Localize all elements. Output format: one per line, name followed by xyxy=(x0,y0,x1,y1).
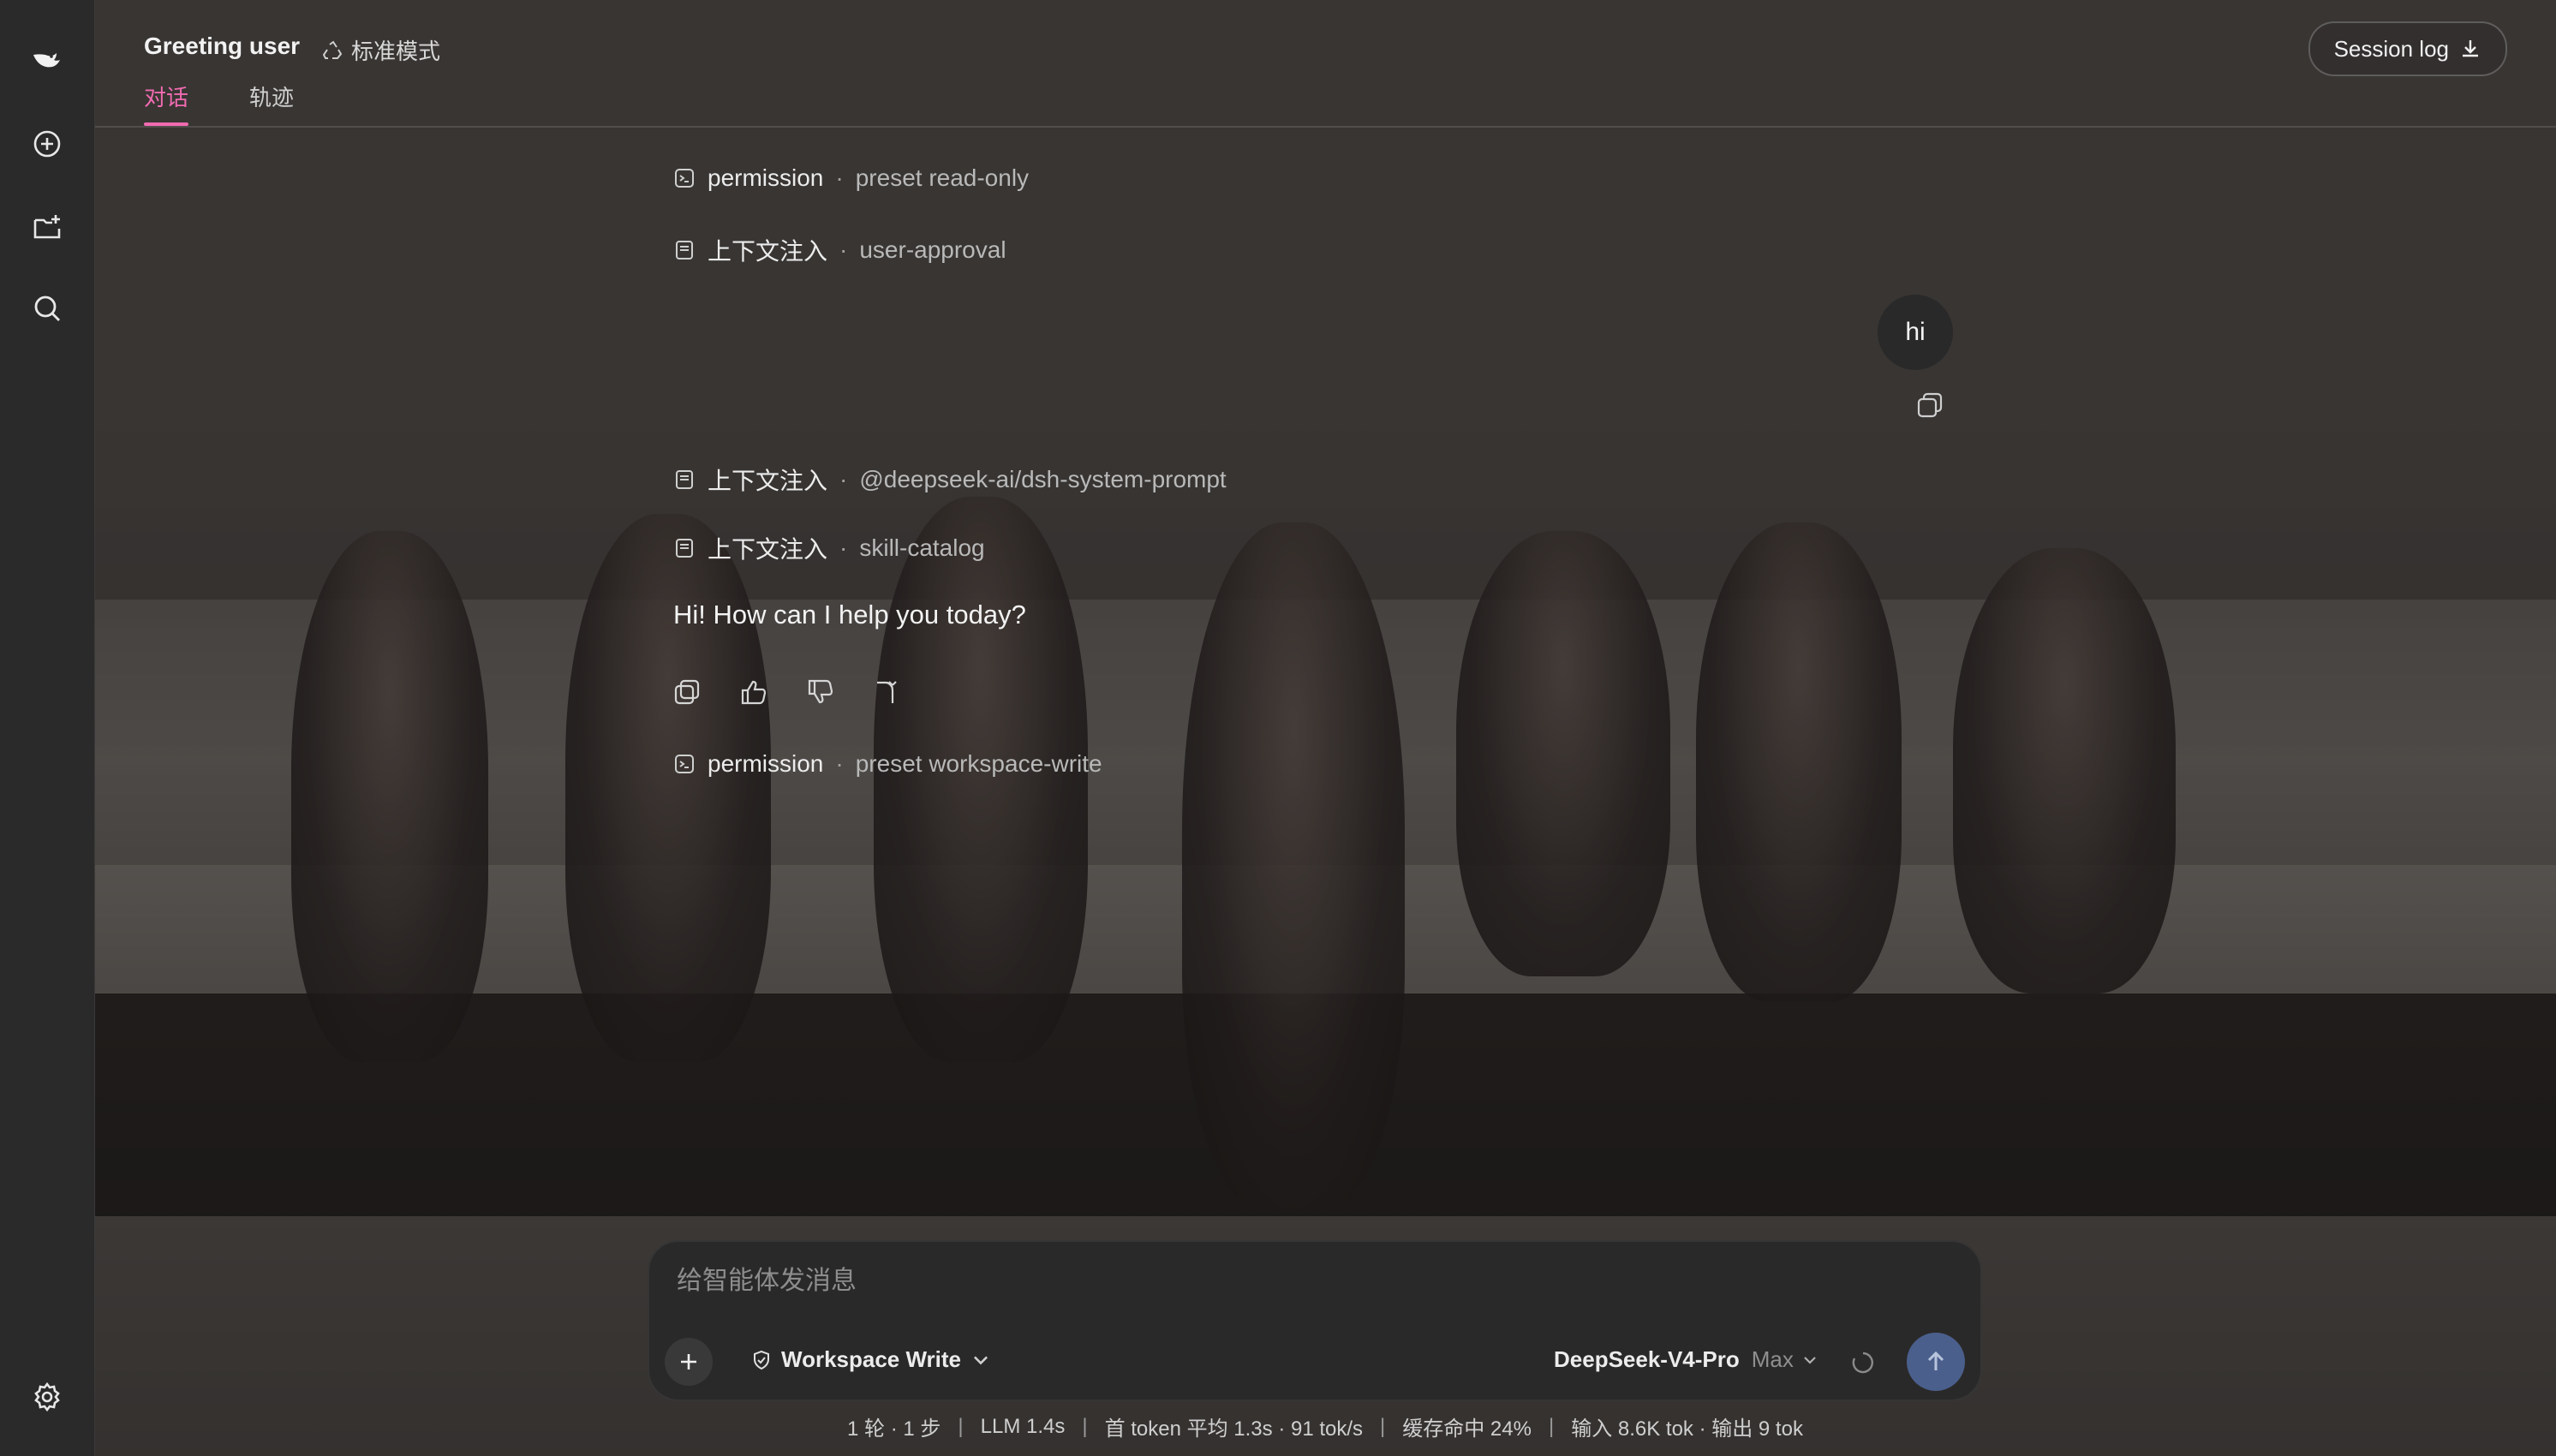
user-message-bubble: hi xyxy=(1878,295,1953,370)
event-separator: · xyxy=(839,466,848,492)
document-icon xyxy=(676,241,693,260)
session-log-label: Session log xyxy=(2333,35,2449,62)
plus-icon xyxy=(681,1354,696,1369)
model-select[interactable]: DeepSeek-V4-Pro Max xyxy=(1554,1346,1819,1373)
copy-icon[interactable] xyxy=(672,677,702,707)
conversation: permission · preset read-only 上下文注入 · us… xyxy=(0,0,2556,1456)
permission-label: Workspace Write xyxy=(781,1346,962,1372)
event-separator: · xyxy=(839,236,848,263)
arrow-up-icon xyxy=(1927,1351,1944,1370)
sidebar xyxy=(0,0,95,1456)
stat-first-token: 首 token 平均 1.3s · 91 tok/s xyxy=(1104,1417,1364,1441)
mode-indicator[interactable]: 标准模式 xyxy=(322,34,440,66)
event-kind: 上下文注入 xyxy=(708,536,828,563)
stat-llm: LLM 1.4s xyxy=(980,1414,1066,1438)
tab-chat[interactable]: 对话 xyxy=(144,81,189,126)
page-title: Greeting user xyxy=(144,33,301,59)
event-separator: · xyxy=(839,534,848,561)
attach-button[interactable] xyxy=(665,1338,713,1386)
settings-icon[interactable] xyxy=(27,1376,68,1417)
shield-check-icon xyxy=(754,1350,769,1369)
event-kind: 上下文注入 xyxy=(708,468,828,494)
event-value: preset workspace-write xyxy=(855,750,1102,777)
event-permission[interactable]: permission · preset workspace-write xyxy=(673,750,1102,778)
thumbs-up-icon[interactable] xyxy=(738,677,769,707)
mode-label: 标准模式 xyxy=(351,39,441,64)
session-log-button[interactable]: Session log xyxy=(2308,21,2507,76)
assistant-message: Hi! How can I help you today? xyxy=(673,600,1026,630)
terminal-icon xyxy=(675,755,694,773)
event-kind: permission xyxy=(708,750,824,777)
event-kind: permission xyxy=(708,164,824,191)
chat-header: Greeting user 标准模式 对话 轨迹 Session log xyxy=(95,0,2556,128)
branch-icon[interactable] xyxy=(872,677,903,707)
event-value: user-approval xyxy=(859,236,1006,263)
event-separator: · xyxy=(835,750,844,777)
stat-separator: | xyxy=(1548,1414,1555,1438)
send-button[interactable] xyxy=(1907,1333,1965,1391)
event-value: skill-catalog xyxy=(859,534,985,561)
loading-spinner-icon xyxy=(1852,1352,1873,1374)
copy-icon[interactable] xyxy=(1915,391,1944,420)
model-name: DeepSeek-V4-Pro xyxy=(1554,1346,1740,1372)
stat-turns: 1 轮 · 1 步 xyxy=(847,1417,941,1441)
stat-separator: | xyxy=(1082,1414,1088,1438)
event-value: @deepseek-ai/dsh-system-prompt xyxy=(859,466,1227,492)
terminal-icon xyxy=(675,169,694,188)
permission-select[interactable]: Workspace Write xyxy=(750,1346,992,1373)
search-icon[interactable] xyxy=(27,288,68,329)
stats-bar: 1 轮 · 1 步 | LLM 1.4s | 首 token 平均 1.3s ·… xyxy=(0,1411,2556,1441)
assistant-actions xyxy=(672,677,903,707)
stat-separator: | xyxy=(958,1414,964,1438)
stat-cache: 缓存命中 24% xyxy=(1402,1417,1532,1441)
message-composer: Workspace Write DeepSeek-V4-Pro Max xyxy=(648,1240,1982,1401)
document-icon xyxy=(676,539,693,558)
event-permission[interactable]: permission · preset read-only xyxy=(673,164,1029,192)
stat-separator: | xyxy=(1380,1414,1386,1438)
recycle-icon xyxy=(322,40,343,59)
chevron-down-icon xyxy=(1804,1356,1816,1364)
chevron-down-icon xyxy=(974,1356,988,1364)
event-value: preset read-only xyxy=(855,164,1030,191)
model-level: Max xyxy=(1751,1346,1794,1372)
tab-trace[interactable]: 轨迹 xyxy=(249,81,294,112)
event-context-injection[interactable]: 上下文注入 · skill-catalog xyxy=(673,531,985,565)
logo-icon[interactable] xyxy=(27,39,68,81)
event-kind: 上下文注入 xyxy=(708,238,828,265)
event-context-injection[interactable]: 上下文注入 · @deepseek-ai/dsh-system-prompt xyxy=(673,462,1227,497)
event-context-injection[interactable]: 上下文注入 · user-approval xyxy=(673,233,1006,267)
thumbs-down-icon[interactable] xyxy=(805,677,836,707)
document-icon xyxy=(676,470,693,489)
stat-io: 输入 8.6K tok · 输出 9 tok xyxy=(1571,1417,1803,1441)
event-separator: · xyxy=(835,164,844,191)
download-icon xyxy=(2463,40,2478,57)
new-project-icon[interactable] xyxy=(27,206,68,248)
new-chat-icon[interactable] xyxy=(27,123,68,164)
message-input[interactable] xyxy=(675,1266,1878,1297)
